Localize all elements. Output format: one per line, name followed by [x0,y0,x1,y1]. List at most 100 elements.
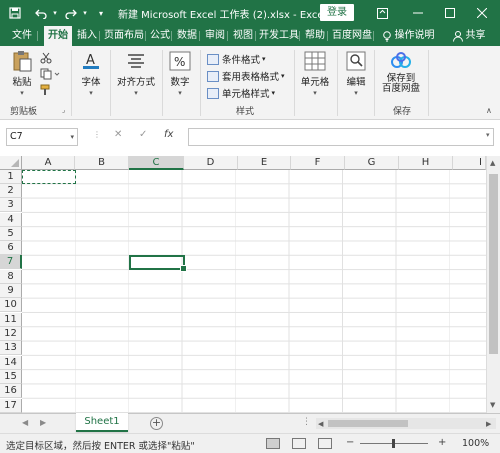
zoom-slider-knob[interactable] [392,439,395,448]
ribbon-display-options-icon[interactable] [372,3,392,23]
row-header[interactable]: 13 [0,341,22,355]
column-header[interactable]: D [184,156,238,170]
tab-data[interactable]: 数据 [174,26,200,46]
column-header-selected[interactable]: C [129,156,184,170]
close-icon[interactable] [472,3,492,23]
chevron-down-icon: ▾ [70,133,74,141]
horizontal-scrollbar[interactable]: ◀ ▶ [316,418,496,429]
tab-formulas[interactable]: 公式 [148,26,172,46]
login-button[interactable]: 登录 [320,4,354,21]
cells-button[interactable]: 单元格 ▾ [298,50,332,97]
column-header[interactable]: I [453,156,486,170]
zoom-in-button[interactable]: + [438,437,446,448]
sheet-tab-sheet1[interactable]: Sheet1 [76,413,128,432]
row-header[interactable]: 16 [0,384,22,398]
alignment-button[interactable]: 对齐方式 ▾ [114,50,158,97]
cells-dropdown-icon: ▾ [313,89,317,97]
normal-view-icon[interactable] [266,438,280,449]
vertical-scroll-thumb[interactable] [489,174,498,354]
customize-qat-icon[interactable]: ▾ [92,4,110,22]
tab-baidu-netdisk[interactable]: 百度网盘 [330,26,374,46]
tab-view[interactable]: 视图 [230,26,256,46]
row-header[interactable]: 17 [0,399,22,413]
column-header[interactable]: G [345,156,399,170]
column-header[interactable]: B [75,156,129,170]
row-header[interactable]: 11 [0,313,22,327]
font-color-icon: A [78,50,104,72]
collapse-ribbon-icon[interactable]: ∧ [486,106,492,115]
page-layout-view-icon[interactable] [292,438,306,449]
conditional-formatting-label: 条件格式 [222,55,261,66]
editing-dropdown-icon: ▾ [354,89,358,97]
row-header[interactable]: 14 [0,356,22,370]
tell-me-search[interactable]: 操作说明 [378,26,438,46]
tab-page-layout[interactable]: 页面布局 [102,26,146,46]
tab-insert[interactable]: 插入 [74,26,100,46]
formula-input[interactable] [188,128,494,146]
row-header[interactable]: 10 [0,298,22,312]
conditional-formatting-button[interactable]: 条件格式 ▾ [207,52,266,66]
expand-formula-bar-icon[interactable]: ▾ [486,131,490,139]
format-as-table-button[interactable]: 套用表格格式 ▾ [207,69,285,83]
sheet-tab-bar: ◀ ▶ Sheet1 + ⋮ ◀ ▶ [0,413,500,433]
editing-button[interactable]: 编辑 ▾ [342,50,370,97]
cancel-icon[interactable]: ✕ [114,129,122,140]
row-header[interactable]: 15 [0,370,22,384]
page-break-preview-icon[interactable] [318,438,332,449]
row-header[interactable]: 2 [0,184,22,198]
tab-review[interactable]: 审阅 [202,26,228,46]
add-sheet-button[interactable]: + [150,417,163,430]
select-all-corner[interactable] [0,156,22,170]
row-header[interactable]: 6 [0,241,22,255]
horizontal-scroll-thumb[interactable] [328,420,408,427]
previous-sheet-icon[interactable]: ◀ [22,418,28,427]
cell-styles-button[interactable]: 单元格样式 ▾ [207,86,275,100]
row-header[interactable]: 9 [0,284,22,298]
tab-file[interactable]: 文件 [6,26,38,46]
row-header-selected[interactable]: 7 [0,255,22,269]
zoom-out-button[interactable]: − [346,437,354,448]
font-label: 字体 [81,77,101,88]
number-button[interactable]: % 数字 ▾ [166,50,194,97]
tab-splitter-icon[interactable]: ⋮ [302,417,311,427]
cell-grid[interactable] [22,170,486,413]
cut-icon[interactable] [40,52,54,64]
insert-function-icon[interactable]: fx [164,129,173,140]
enter-icon[interactable]: ✓ [139,129,147,140]
row-header[interactable]: 5 [0,227,22,241]
scroll-right-icon[interactable]: ▶ [486,420,491,428]
row-header[interactable]: 1 [0,170,22,184]
svg-text:%: % [174,55,185,69]
row-header[interactable]: 4 [0,213,22,227]
format-painter-icon[interactable] [40,84,54,96]
vertical-scrollbar[interactable]: ▲ ▼ [486,156,500,414]
row-header[interactable]: 3 [0,198,22,212]
minimize-icon[interactable] [408,3,428,23]
scroll-up-icon[interactable]: ▲ [490,159,495,167]
tab-developer[interactable]: 开发工具 [258,26,300,46]
copy-icon[interactable] [40,68,62,80]
row-header[interactable]: 8 [0,270,22,284]
column-header[interactable]: F [291,156,345,170]
save-icon[interactable] [6,4,24,22]
name-box[interactable]: C7 ▾ [6,128,78,146]
paste-dropdown-icon[interactable]: ▾ [8,89,36,97]
save-to-baidu-button[interactable]: 保存到 百度网盘 [380,50,422,94]
row-header[interactable]: 12 [0,327,22,341]
column-header[interactable]: A [22,156,75,170]
next-sheet-icon[interactable]: ▶ [40,418,46,427]
column-header[interactable]: H [399,156,453,170]
share-button[interactable]: 共享 [446,26,492,46]
tab-home[interactable]: 开始 [44,26,72,46]
baidu-netdisk-icon [388,50,414,72]
column-header[interactable]: E [238,156,291,170]
restore-icon[interactable] [440,3,460,23]
active-cell[interactable] [129,255,187,272]
font-button[interactable]: A 字体 ▾ [76,50,106,97]
tab-help[interactable]: 帮助 [302,26,328,46]
zoom-level[interactable]: 100% [462,438,489,449]
scroll-left-icon[interactable]: ◀ [318,420,323,428]
clipboard-launcher-icon[interactable]: ⌟ [62,106,65,114]
scroll-down-icon[interactable]: ▼ [490,401,495,409]
paste-button[interactable]: 粘贴 ▾ [8,50,36,97]
